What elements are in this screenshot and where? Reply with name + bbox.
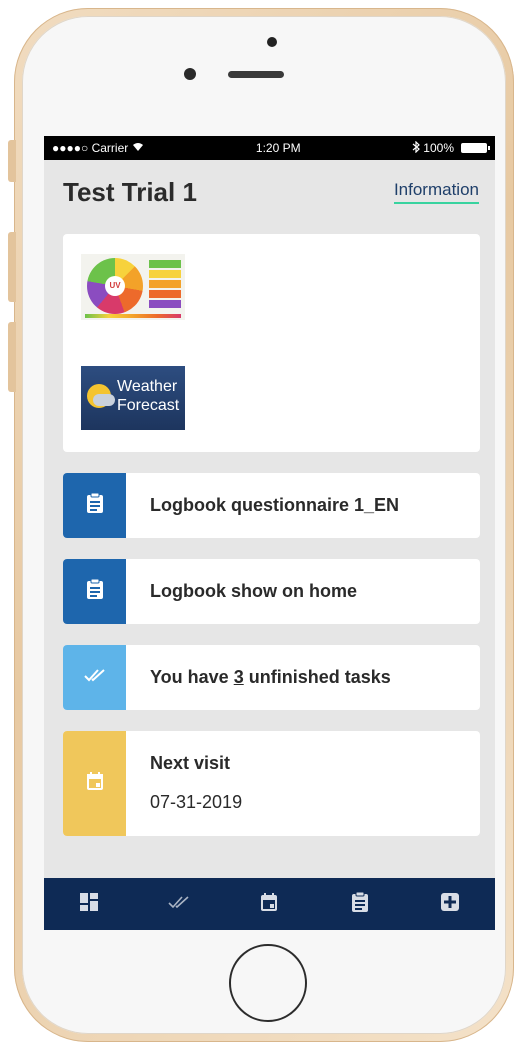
double-check-icon [167,894,191,915]
battery-percent: 100% [423,141,454,155]
image-widgets-card: UV Weather Forecast [63,234,480,452]
logbook-show-on-home-card[interactable]: Logbook show on home [63,559,480,624]
clipboard-icon [351,891,369,918]
page-title: Test Trial 1 [63,176,197,207]
wifi-icon [132,141,144,155]
app-screen: ●●●●○ Carrier 1:20 PM 100% Test Trial 1 … [44,136,495,930]
mute-switch [8,140,16,182]
weather-label-line2: Forecast [117,397,180,414]
front-camera [184,68,196,80]
next-visit-date: 07-31-2019 [150,792,243,812]
volume-down-button [8,322,16,392]
battery-icon [461,143,490,153]
logbook-questionnaire-card[interactable]: Logbook questionnaire 1_EN [63,473,480,538]
proximity-sensor [267,37,277,47]
unfinished-tasks-count[interactable]: 3 [234,667,244,688]
bottom-navigation [44,878,495,930]
plus-box-icon [440,892,459,916]
uv-index-image[interactable]: UV [81,254,185,320]
home-button[interactable] [229,944,307,1022]
next-visit-card[interactable]: Next visit 07-31-2019 [63,731,480,836]
dashboard-icon [80,892,99,916]
card-label: Logbook questionnaire 1_EN [150,495,400,515]
volume-up-button [8,232,16,302]
earpiece-speaker [228,71,284,78]
weather-forecast-image[interactable]: Weather Forecast [81,366,185,430]
page-header: Test Trial 1 Information [44,160,495,224]
weather-label-line1: Weather [117,378,178,395]
card-label: Logbook show on home [150,581,357,601]
calendar-icon [260,892,278,917]
calendar-icon [86,771,104,796]
uv-scale-bars [149,260,181,310]
clipboard-icon [86,578,104,605]
uv-label: UV [105,276,125,296]
information-link[interactable]: Information [393,180,479,204]
tasks-label-prefix: You have [150,667,234,687]
nav-logbook[interactable] [340,884,380,924]
status-bar: ●●●●○ Carrier 1:20 PM 100% [44,136,495,160]
carrier-label: ●●●●○ Carrier [52,141,129,155]
tasks-label-suffix: unfinished tasks [243,667,391,687]
next-visit-title: Next visit [150,753,231,773]
cloud-icon [93,394,115,406]
nav-tasks[interactable] [159,884,199,924]
clipboard-icon [86,492,104,519]
unfinished-tasks-card[interactable]: You have 3 unfinished tasks [63,645,480,710]
double-check-icon [83,667,107,688]
nav-add[interactable] [430,884,470,924]
nav-dashboard[interactable] [69,884,109,924]
bluetooth-icon [412,140,421,156]
status-time: 1:20 PM [255,141,301,155]
nav-calendar[interactable] [249,884,289,924]
